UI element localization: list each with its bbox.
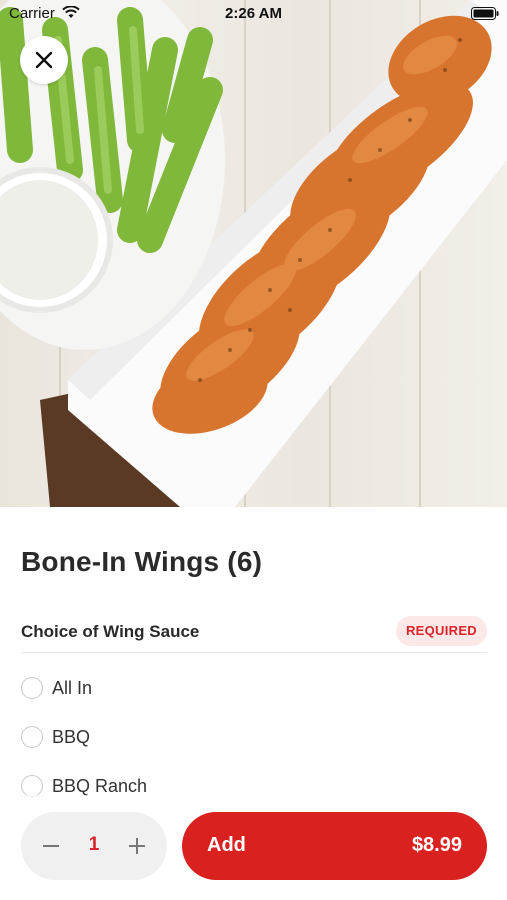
quantity-stepper[interactable]: 1: [21, 812, 167, 880]
item-hero-image: [0, 0, 507, 507]
item-title: Bone-In Wings (6): [21, 546, 263, 577]
option-bbq[interactable]: BBQ: [21, 722, 421, 752]
price-label: $8.99: [411, 834, 462, 856]
radio-button[interactable]: [21, 677, 43, 699]
radio-button[interactable]: [21, 775, 43, 797]
option-label: BBQ Ranch: [52, 776, 148, 796]
plus-icon: [129, 838, 145, 854]
battery-icon: [471, 7, 499, 25]
option-all-in[interactable]: All In: [21, 673, 421, 703]
add-label: Add: [207, 834, 246, 856]
option-label: BBQ: [52, 727, 91, 747]
add-to-cart-button[interactable]: Add $8.99: [182, 812, 487, 880]
modifier-group-label: Choice of Wing Sauce: [21, 622, 200, 641]
required-badge: REQUIRED: [395, 616, 487, 646]
modifier-group-header: Choice of Wing Sauce REQUIRED: [21, 612, 487, 653]
increment-button[interactable]: [125, 834, 149, 858]
close-icon: [35, 51, 53, 69]
radio-button[interactable]: [21, 726, 43, 748]
status-bar: Carrier 2:26 AM: [0, 0, 507, 28]
option-label: All In: [52, 678, 93, 698]
status-time: 2:26 AM: [225, 5, 282, 22]
wings-photo: [0, 0, 507, 507]
close-button[interactable]: [20, 36, 68, 84]
